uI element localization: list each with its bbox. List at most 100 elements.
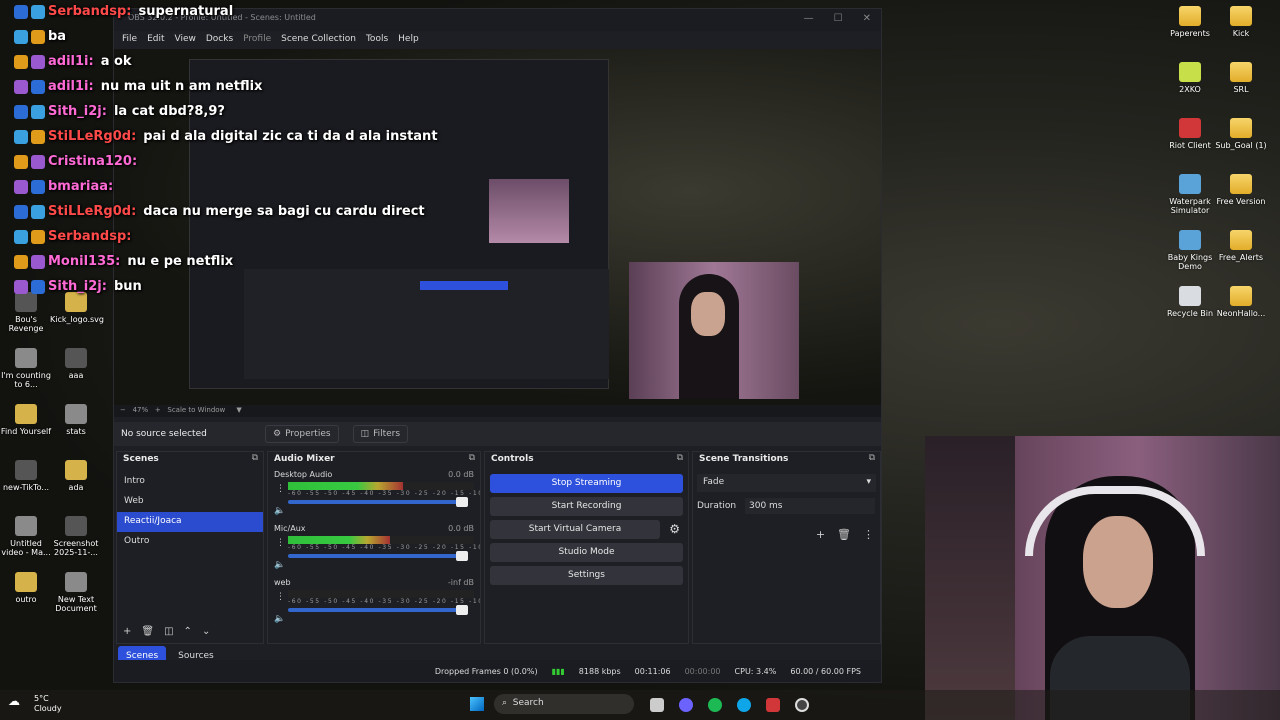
desktop-icon[interactable]: I'm counting to 6... [0, 348, 52, 389]
desktop-icon[interactable]: Free_Alerts [1209, 230, 1273, 262]
add-icon[interactable]: + [816, 528, 825, 541]
folder-icon [1230, 118, 1252, 138]
desktop-icon[interactable]: outro [0, 572, 52, 604]
dock-menu-icon[interactable]: ⧉ [677, 453, 683, 463]
more-icon[interactable]: ⋮ [276, 538, 285, 548]
chat-username: Monil135: [48, 254, 121, 269]
desktop-icon[interactable]: Free Version [1209, 174, 1273, 206]
chevron-up-icon[interactable]: ⌃ [184, 626, 192, 637]
transition-select[interactable]: Fade ▾ [697, 474, 876, 492]
scene-item[interactable]: Intro [117, 472, 263, 492]
channel-name: Mic/Aux [274, 524, 306, 533]
menu-item[interactable]: Tools [366, 34, 388, 46]
speaker-icon[interactable]: 🔈 [274, 560, 285, 570]
taskbar-search[interactable]: ⌕ Search [494, 694, 634, 714]
gear-icon: ⚙ [273, 429, 282, 439]
edge-icon[interactable] [737, 698, 751, 712]
desktop-icon-label: Bou's Revenge [8, 315, 44, 334]
discord-icon[interactable] [679, 698, 693, 712]
speaker-icon[interactable]: 🔈 [274, 614, 285, 624]
desktop-icon[interactable]: Sub_Goal (1) [1209, 118, 1273, 150]
properties-button[interactable]: ⚙ Properties [265, 425, 339, 443]
task-view-icon[interactable] [650, 698, 664, 712]
desktop-icon[interactable]: stats [50, 404, 102, 436]
scene-item[interactable]: Web [117, 492, 263, 512]
maximize-icon[interactable]: ☐ [834, 13, 843, 24]
add-icon[interactable]: + [123, 626, 131, 637]
desktop-icon[interactable]: NeonHallo... [1209, 286, 1273, 318]
volume-slider[interactable] [288, 605, 468, 615]
volume-slider[interactable] [288, 551, 468, 561]
zoom-bar: − 47% + Scale to Window ▼ [114, 405, 881, 417]
desktop-icon[interactable]: Untitled video - Ma... [0, 516, 52, 557]
mixer-channel: web -inf dB ⋮ -60 -55 -50 -45 -40 -35 -30 -… [268, 578, 480, 630]
desktop-icon[interactable]: New Text Document [50, 572, 102, 613]
duration-label: Duration [697, 501, 737, 511]
more-icon[interactable]: ⋮ [276, 592, 285, 602]
close-icon[interactable]: ✕ [863, 13, 871, 24]
badge-icon [14, 154, 28, 169]
more-icon[interactable]: ⋮ [863, 528, 874, 541]
fps: 60.00 / 60.00 FPS [790, 666, 861, 676]
gear-icon[interactable]: ⚙ [669, 522, 680, 536]
trash-icon[interactable]: 🗑 [141, 626, 154, 637]
start-virtual-camera-button[interactable]: Start Virtual Camera [490, 520, 660, 539]
cloud-icon: ☁ [8, 694, 20, 708]
channel-db: 0.0 dB [448, 524, 474, 533]
start-recording-button[interactable]: Start Recording [490, 497, 683, 516]
filters-button[interactable]: ◫ Filters [352, 425, 409, 443]
volume-slider[interactable] [288, 497, 468, 507]
chat-message: StiLLeRg0d: daca nu merge sa bagi cu card… [14, 204, 425, 219]
zoom-out-icon[interactable]: − [120, 406, 126, 414]
source-toolbar: No source selected ⚙ Properties ◫ Filters [114, 422, 881, 446]
volume-meter [288, 590, 474, 598]
stop-streaming-button[interactable]: Stop Streaming [490, 474, 683, 493]
scenes-title: Scenes [123, 454, 159, 464]
zoom-in-icon[interactable]: + [155, 406, 161, 414]
desktop-icon[interactable]: Screenshot 2025-11-... [50, 516, 102, 557]
studio-mode-button[interactable]: Studio Mode [490, 543, 683, 562]
mixer-channel: Desktop Audio 0.0 dB ⋮ -60 -55 -50 -45 -40 … [268, 470, 480, 522]
more-icon[interactable]: ⋮ [276, 484, 285, 494]
chevron-down-icon[interactable]: ⌄ [202, 626, 210, 637]
desktop-icon[interactable]: ada [50, 460, 102, 492]
trash-icon[interactable]: 🗑 [837, 528, 851, 541]
dock-menu-icon[interactable]: ⧉ [469, 453, 475, 463]
menu-item[interactable]: Scene Collection [281, 34, 356, 46]
desktop-icon[interactable]: new-TikTo... [0, 460, 52, 492]
filter-icon[interactable]: ◫ [164, 626, 173, 637]
chat-message: StiLLeRg0d: pai d ala digital zic ca ti d… [14, 129, 438, 144]
chat-message: Monil135: nu e pe netflix [14, 254, 233, 269]
dock-menu-icon[interactable]: ⧉ [869, 453, 875, 463]
menu-item[interactable]: Help [398, 34, 419, 46]
settings-button[interactable]: Settings [490, 566, 683, 585]
speaker-icon[interactable]: 🔈 [274, 506, 285, 516]
dock-menu-icon[interactable]: ⧉ [252, 453, 258, 463]
duration-input[interactable]: 300 ms [745, 498, 875, 514]
desktop-icon[interactable]: Kick [1209, 6, 1273, 38]
transition-value: Fade [703, 477, 725, 487]
meter-scale: -60 -55 -50 -45 -40 -35 -30 -25 -20 -15 … [288, 598, 480, 605]
slider-knob[interactable] [456, 551, 468, 561]
slider-knob[interactable] [456, 497, 468, 507]
minimize-icon[interactable]: — [804, 13, 814, 24]
desktop-icon[interactable]: SRL [1209, 62, 1273, 94]
scene-item[interactable]: Outro [117, 532, 263, 552]
desktop-icon[interactable]: Find Yourself [0, 404, 52, 436]
desktop-icon-label: NeonHallo... [1216, 309, 1266, 318]
chat-text: la cat dbd?8,9? [113, 104, 225, 119]
scale-mode[interactable]: Scale to Window [167, 406, 225, 414]
slider-knob[interactable] [456, 605, 468, 615]
weather-widget[interactable]: ☁ 5°C Cloudy [8, 694, 62, 713]
badge-icon [31, 279, 45, 294]
chat-message: bmariaa: [14, 179, 120, 194]
riot-client-icon[interactable] [766, 698, 780, 712]
app-icon [1179, 62, 1201, 82]
chat-message: ba [14, 29, 73, 44]
obs-icon[interactable] [795, 698, 809, 712]
windows-start-icon[interactable] [470, 697, 484, 711]
scene-item[interactable]: Reactii/Joaca [117, 512, 263, 532]
desktop-icon[interactable]: aaa [50, 348, 102, 380]
spotify-icon[interactable] [708, 698, 722, 712]
chat-message: Sith_i2j: bun [14, 279, 142, 294]
